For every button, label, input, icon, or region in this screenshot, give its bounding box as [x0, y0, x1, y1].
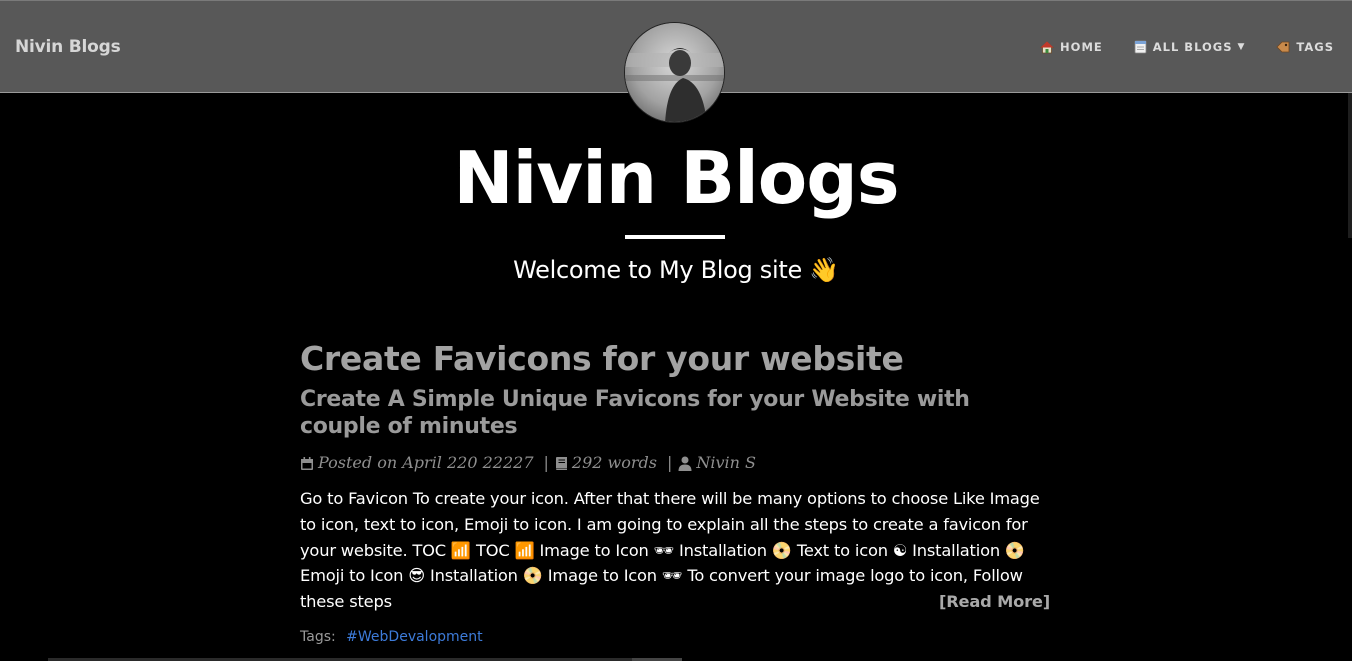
tags-label: Tags: — [300, 628, 336, 645]
avatar[interactable] — [624, 22, 725, 123]
page-edge — [1348, 93, 1352, 238]
nav-all-blogs-dropdown[interactable]: ALL BLOGS ▼ — [1134, 40, 1246, 54]
post-subtitle[interactable]: Create A Simple Unique Favicons for your… — [300, 386, 1010, 440]
nav-home-link[interactable]: HOME — [1040, 40, 1103, 54]
nav-home-label: HOME — [1060, 40, 1103, 54]
post-date: Posted on April 220 22227 — [318, 453, 534, 472]
hero-subtitle: Welcome to My Blog site 👋 — [513, 256, 839, 284]
navbar-brand[interactable]: Nivin Blogs — [15, 37, 121, 57]
meta-separator: | — [666, 453, 673, 472]
post-word-count: 292 words — [571, 453, 657, 472]
post-title-link[interactable]: Create Favicons for your website — [300, 336, 1052, 382]
post-meta: Posted on April 220 22227 | 292 words | … — [300, 452, 1052, 474]
post-preview: Create Favicons for your website Create … — [300, 336, 1052, 645]
nav-tags-label: TAGS — [1296, 40, 1334, 54]
calendar-icon — [300, 456, 314, 471]
meta-separator: | — [543, 453, 549, 472]
tag-icon — [1276, 40, 1290, 54]
post-author: Nivin S — [696, 453, 756, 472]
hero-divider — [625, 235, 725, 239]
notebook-icon — [1134, 40, 1147, 54]
nav-links: HOME ALL BLOGS ▼ TAGS — [1009, 40, 1334, 54]
nav-all-blogs-label: ALL BLOGS — [1152, 40, 1233, 54]
book-icon — [555, 456, 568, 471]
user-icon — [678, 456, 692, 471]
nav-tags-link[interactable]: TAGS — [1276, 40, 1334, 54]
read-more-link[interactable]: [Read More] — [939, 589, 1050, 615]
hero-title: Nivin Blogs — [453, 136, 899, 220]
profile-photo — [625, 23, 724, 122]
house-icon — [1040, 40, 1055, 54]
tag-link[interactable]: #WebDevalopment — [346, 629, 482, 645]
post-tags: Tags: #WebDevalopment — [300, 629, 1052, 645]
post-excerpt: Go to Favicon To create your icon. After… — [300, 486, 1050, 615]
post-excerpt-text: Go to Favicon To create your icon. After… — [300, 489, 1040, 612]
chevron-down-icon: ▼ — [1237, 42, 1246, 52]
